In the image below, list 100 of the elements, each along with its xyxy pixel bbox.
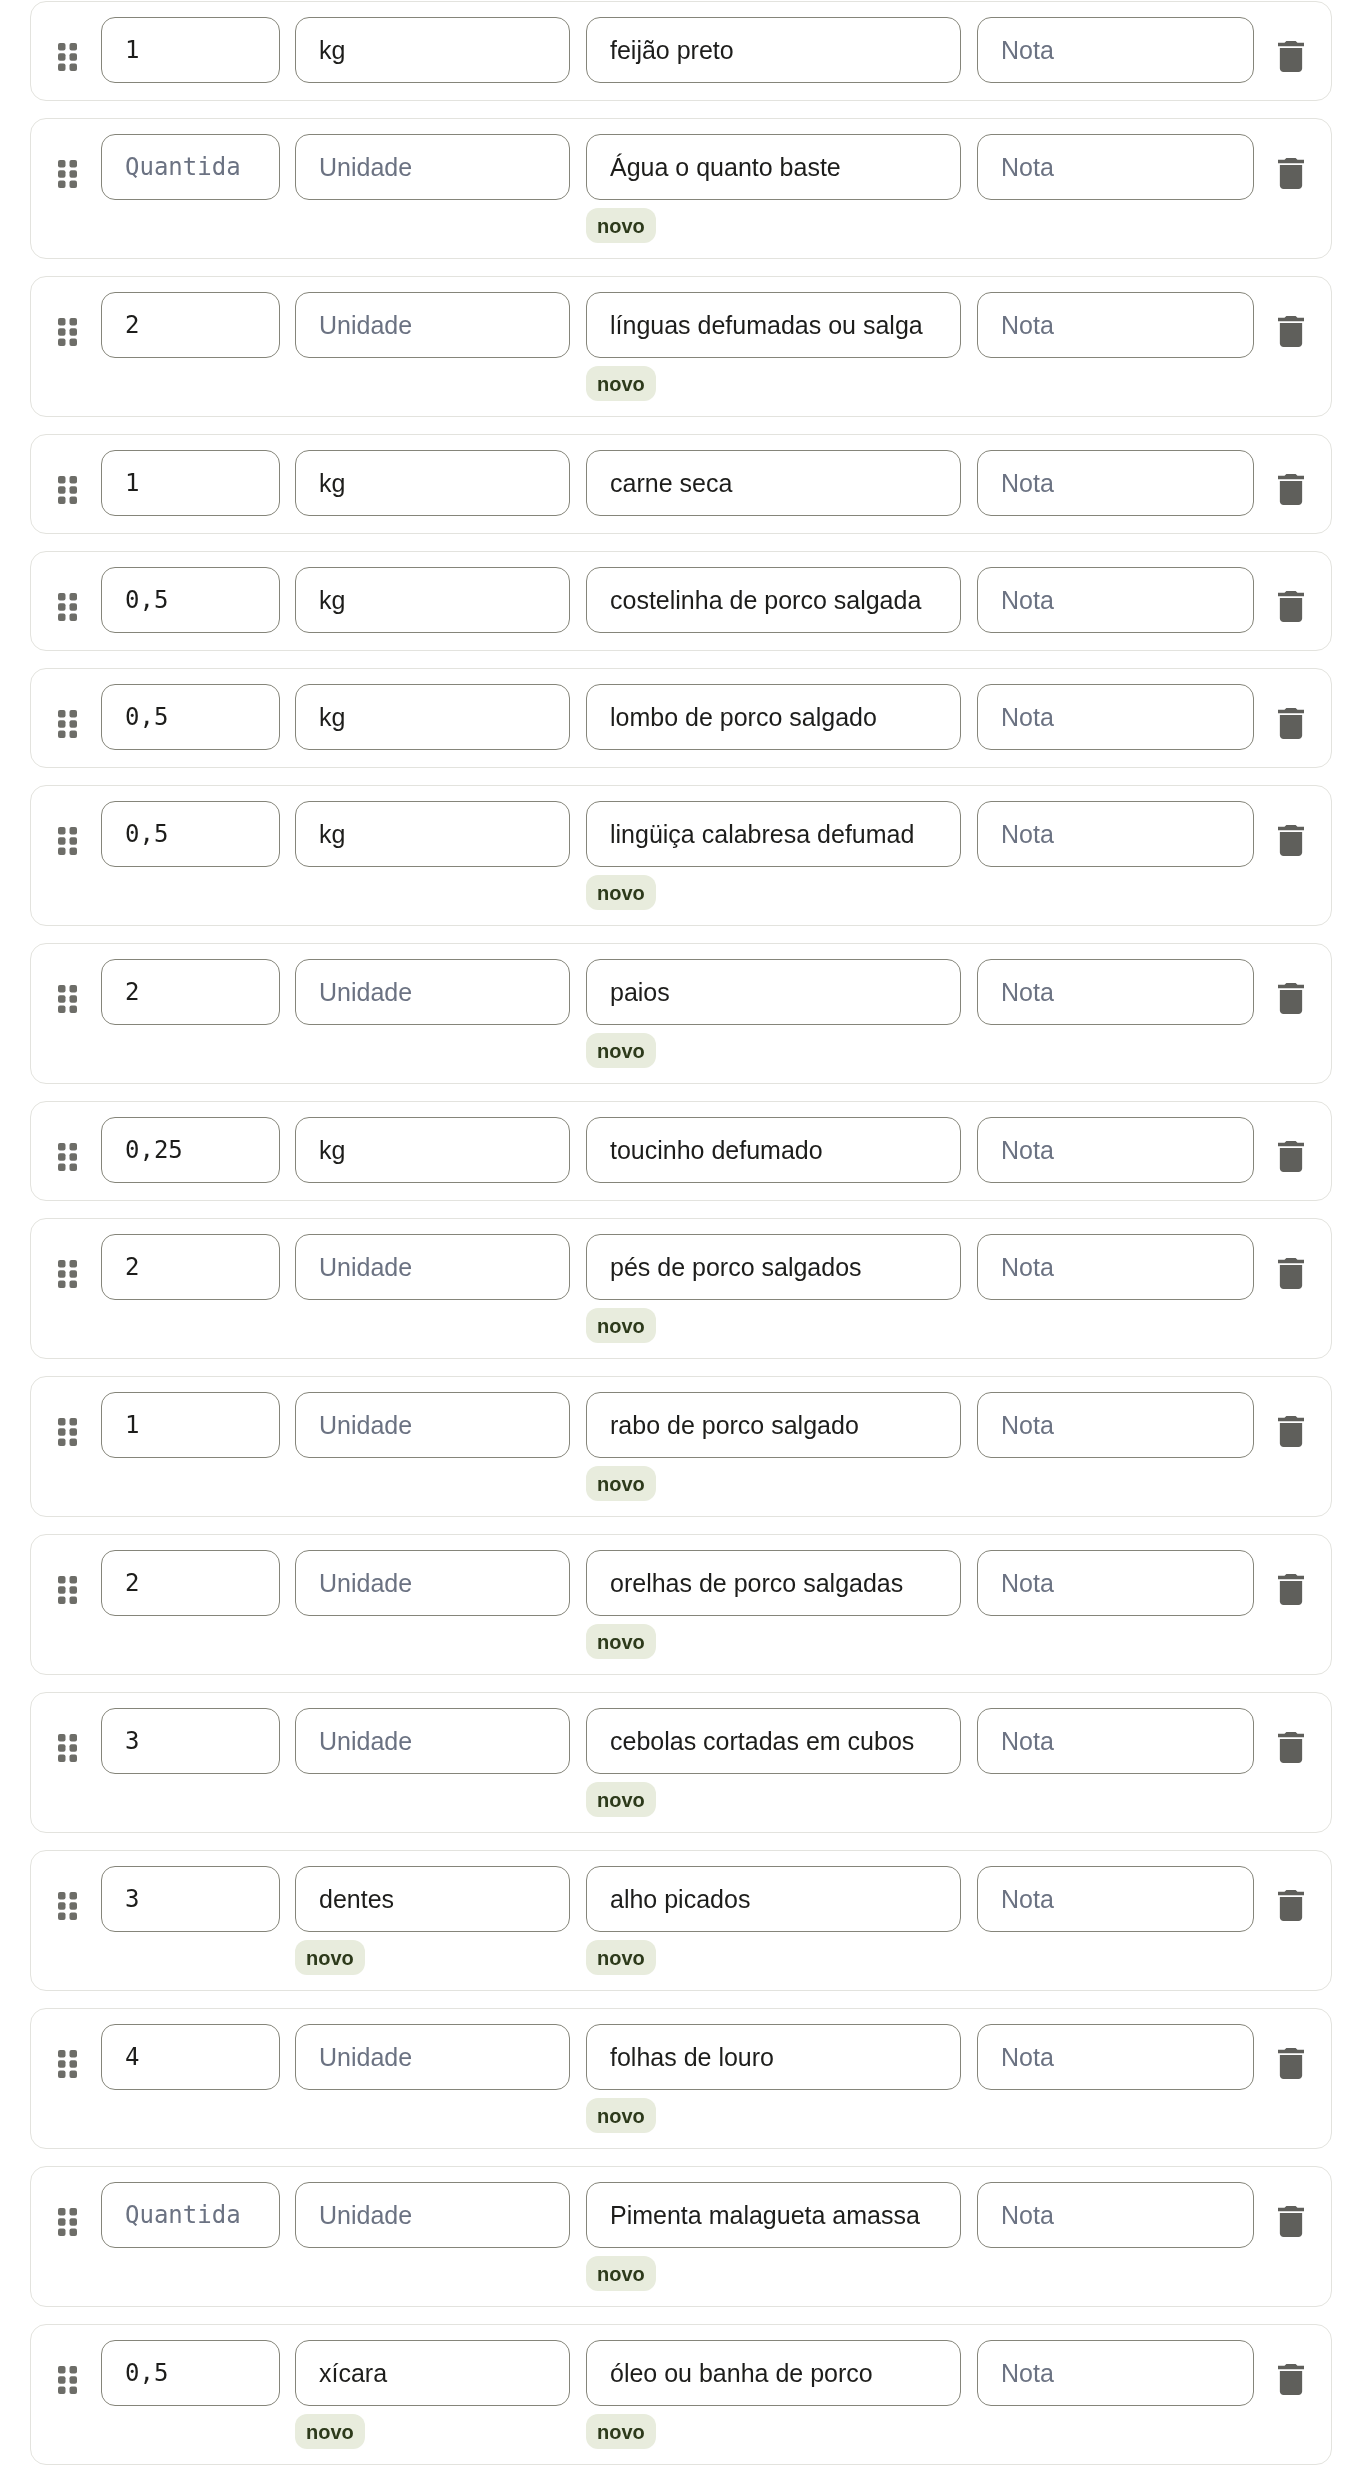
quantity-field[interactable]: Quantida [101,2182,280,2248]
drag-handle-icon[interactable] [58,985,77,1013]
drag-handle-icon[interactable] [58,43,77,71]
trash-icon[interactable] [1278,2048,1304,2079]
quantity-field[interactable]: 0,5 [101,567,280,633]
trash-icon[interactable] [1278,316,1304,347]
ingredient-field[interactable]: Pimenta malagueta amassa [586,2182,961,2248]
drag-handle-icon[interactable] [58,2050,77,2078]
trash-icon[interactable] [1278,474,1304,505]
ingredient-field[interactable]: óleo ou banha de porco [586,2340,961,2406]
quantity-field[interactable]: 2 [101,1234,280,1300]
drag-handle-icon[interactable] [58,1734,77,1762]
drag-handle-icon[interactable] [58,2366,77,2394]
note-field[interactable]: Nota [977,134,1254,200]
drag-handle-icon[interactable] [58,160,77,188]
quantity-field[interactable]: 0,25 [101,1117,280,1183]
unit-field[interactable]: Unidade [295,134,570,200]
ingredient-field[interactable]: folhas de louro [586,2024,961,2090]
quantity-field[interactable]: 1 [101,450,280,516]
unit-field[interactable]: kg [295,1117,570,1183]
drag-handle-icon[interactable] [58,710,77,738]
unit-field[interactable]: kg [295,801,570,867]
unit-field[interactable]: kg [295,17,570,83]
note-field[interactable]: Nota [977,2024,1254,2090]
trash-icon[interactable] [1278,1574,1304,1605]
unit-field[interactable]: xícara [295,2340,570,2406]
quantity-field[interactable]: 1 [101,17,280,83]
quantity-field[interactable]: 2 [101,1550,280,1616]
ingredient-field[interactable]: lombo de porco salgado [586,684,961,750]
note-field[interactable]: Nota [977,2340,1254,2406]
note-field[interactable]: Nota [977,1117,1254,1183]
unit-field[interactable]: dentes [295,1866,570,1932]
unit-field[interactable]: Unidade [295,959,570,1025]
drag-handle-icon[interactable] [58,1143,77,1171]
unit-field[interactable]: Unidade [295,292,570,358]
trash-icon[interactable] [1278,1258,1304,1289]
trash-icon[interactable] [1278,1416,1304,1447]
quantity-field[interactable]: 0,5 [101,684,280,750]
trash-icon[interactable] [1278,2364,1304,2395]
drag-handle-icon[interactable] [58,827,77,855]
trash-icon[interactable] [1278,158,1304,189]
note-field[interactable]: Nota [977,17,1254,83]
ingredient-field[interactable]: costelinha de porco salgada [586,567,961,633]
quantity-field[interactable]: 0,5 [101,2340,280,2406]
ingredient-field[interactable]: orelhas de porco salgadas [586,1550,961,1616]
quantity-field[interactable]: 1 [101,1392,280,1458]
quantity-field[interactable]: 0,5 [101,801,280,867]
trash-icon[interactable] [1278,41,1304,72]
quantity-field[interactable]: 3 [101,1708,280,1774]
note-field[interactable]: Nota [977,1866,1254,1932]
ingredient-field[interactable]: toucinho defumado [586,1117,961,1183]
trash-icon[interactable] [1278,1141,1304,1172]
ingredient-field[interactable]: alho picados [586,1866,961,1932]
drag-handle-icon[interactable] [58,1576,77,1604]
quantity-field[interactable]: 4 [101,2024,280,2090]
ingredient-field[interactable]: Água o quanto baste [586,134,961,200]
drag-handle-icon[interactable] [58,1892,77,1920]
drag-handle-icon[interactable] [58,476,77,504]
quantity-field[interactable]: 3 [101,1866,280,1932]
ingredient-field[interactable]: paios [586,959,961,1025]
ingredient-field[interactable]: feijão preto [586,17,961,83]
trash-icon[interactable] [1278,825,1304,856]
note-field[interactable]: Nota [977,567,1254,633]
note-field[interactable]: Nota [977,1234,1254,1300]
note-field[interactable]: Nota [977,1708,1254,1774]
unit-field[interactable]: Unidade [295,1234,570,1300]
note-field[interactable]: Nota [977,959,1254,1025]
unit-field[interactable]: Unidade [295,2182,570,2248]
unit-field[interactable]: Unidade [295,1708,570,1774]
ingredient-field[interactable]: carne seca [586,450,961,516]
trash-icon[interactable] [1278,708,1304,739]
drag-handle-icon[interactable] [58,318,77,346]
unit-field[interactable]: Unidade [295,1392,570,1458]
unit-field[interactable]: kg [295,684,570,750]
note-field[interactable]: Nota [977,801,1254,867]
quantity-field[interactable]: 2 [101,292,280,358]
unit-field[interactable]: kg [295,450,570,516]
note-field[interactable]: Nota [977,292,1254,358]
ingredient-field[interactable]: pés de porco salgados [586,1234,961,1300]
unit-field[interactable]: Unidade [295,1550,570,1616]
drag-handle-icon[interactable] [58,1418,77,1446]
ingredient-field[interactable]: línguas defumadas ou salga [586,292,961,358]
drag-handle-icon[interactable] [58,2208,77,2236]
ingredient-field[interactable]: rabo de porco salgado [586,1392,961,1458]
drag-handle-icon[interactable] [58,1260,77,1288]
trash-icon[interactable] [1278,1890,1304,1921]
unit-field[interactable]: Unidade [295,2024,570,2090]
trash-icon[interactable] [1278,591,1304,622]
note-field[interactable]: Nota [977,450,1254,516]
unit-field[interactable]: kg [295,567,570,633]
trash-icon[interactable] [1278,2206,1304,2237]
note-field[interactable]: Nota [977,2182,1254,2248]
note-field[interactable]: Nota [977,684,1254,750]
note-field[interactable]: Nota [977,1392,1254,1458]
ingredient-field[interactable]: lingüiça calabresa defumad [586,801,961,867]
trash-icon[interactable] [1278,983,1304,1014]
quantity-field[interactable]: 2 [101,959,280,1025]
note-field[interactable]: Nota [977,1550,1254,1616]
drag-handle-icon[interactable] [58,593,77,621]
trash-icon[interactable] [1278,1732,1304,1763]
